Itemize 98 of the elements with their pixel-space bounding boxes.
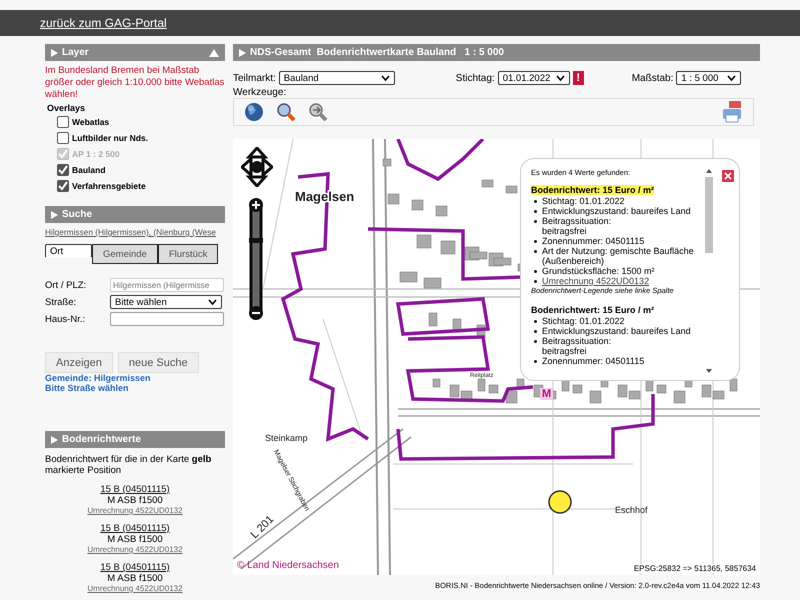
chevron-icon [380, 75, 390, 81]
checkbox[interactable] [57, 164, 69, 176]
field-label: Ort / PLZ: [45, 280, 88, 290]
zone-link[interactable]: 15 B (04501115) [100, 523, 170, 534]
warning-text: Im Bundesland Bremen bei Maßstab größer oder gleich 1:10.000 bitte Webatlas wählen! [45, 65, 225, 101]
submarket-dropdown[interactable]: Bauland [278, 71, 395, 85]
panel-header[interactable]: Suche [45, 206, 225, 223]
place-label: Eschhof [615, 505, 648, 515]
checkbox-label: Verfahrensgebiete [72, 181, 146, 191]
zone-label: M [540, 388, 554, 400]
result-title: Bodenrichtwert: 15 Euro / m² [531, 305, 654, 315]
result-detail: Beitragssituation: beitragsfrei [542, 216, 612, 236]
conversion-link[interactable]: Umrechnung 4522UD0132 [87, 506, 183, 515]
checkbox[interactable] [57, 132, 69, 144]
bullet-icon [534, 280, 537, 283]
checkbox[interactable] [57, 180, 69, 192]
close-icon[interactable] [722, 170, 734, 182]
land-use-code: M ASB f1500 [107, 573, 163, 584]
copyright-text: © Land Niedersachsen [237, 560, 339, 571]
date-dropdown[interactable]: 01.01.2022 [498, 71, 570, 85]
globe-icon[interactable] [244, 102, 264, 122]
play-icon [51, 436, 58, 444]
panel-header[interactable]: Bodenrichtwerte [45, 431, 225, 448]
bullet-icon [534, 220, 537, 223]
play-icon [239, 48, 246, 56]
tools-label: Werkzeuge: [233, 87, 288, 98]
bullet-icon [534, 340, 537, 343]
play-icon [51, 210, 58, 218]
alert-button[interactable]: ! [572, 71, 584, 85]
result-detail: Entwicklungszustand: baureifes Land [542, 206, 691, 216]
pan-control[interactable] [241, 147, 273, 187]
search-button[interactable]: neue Suche [118, 352, 199, 373]
result-title: Bodenrichtwert: 15 Euro / m² [531, 185, 654, 195]
place-label: L 201 [248, 513, 276, 542]
panel-title: NDS-Gesamt Bodenrichtwertkarte Bauland 1 : 5 000 [250, 47, 504, 58]
bullet-icon [534, 200, 537, 203]
zoom-slider[interactable] [247, 196, 265, 322]
panel-title: Layer [62, 47, 89, 58]
tab[interactable]: Flurstück [158, 244, 218, 264]
conversion-link[interactable]: Umrechnung 4522UD0132 [87, 545, 183, 554]
field-label: Haus-Nr.: [45, 314, 86, 324]
input-field[interactable] [110, 312, 224, 326]
land-use-code: M ASB f1500 [107, 495, 163, 506]
pdf-print-icon[interactable] [721, 101, 743, 123]
field-label: Straße: [45, 296, 78, 308]
zone-link[interactable]: 15 B (04501115) [100, 484, 170, 495]
bullet-icon [534, 210, 537, 213]
coordinates-text: EPSG:25832 => 511365, 5857634 [634, 564, 756, 573]
bullet-icon [534, 330, 537, 333]
panel-header[interactable]: Layer [45, 44, 225, 61]
result-detail: Zonennummer: 04501115 [542, 356, 644, 366]
field-label: Stichtag: [456, 72, 495, 84]
bullet-icon [534, 240, 537, 243]
status-message: Gemeinde: Hilgermissen [45, 373, 152, 383]
checkbox-label: Luftbilder nur Nds. [72, 133, 148, 143]
scale-dropdown[interactable]: 1 : 5 000 [676, 71, 742, 85]
zoom-thumb[interactable] [249, 238, 263, 243]
result-detail: Art der Nutzung: gemischte Baufläche (Außenbereich) [542, 246, 694, 266]
tab[interactable]: Gemeinde [92, 244, 158, 264]
result-detail: Beitragssituation: beitragsfrei [542, 336, 612, 356]
location-link[interactable]: Hilgermissen (Hilgermissen), (Nienburg (Wese [45, 227, 216, 238]
panel-title: Suche [62, 209, 92, 220]
search-button[interactable]: Anzeigen [45, 352, 113, 373]
zoom-arrow-icon[interactable] [308, 102, 328, 122]
field-label: Maßstab: [632, 72, 674, 84]
bullet-icon [534, 320, 537, 323]
place-label: Steinkamp [265, 433, 308, 443]
scrollbar[interactable] [704, 167, 714, 375]
street-dropdown[interactable]: Bitte wählen [110, 295, 222, 309]
conversion-link[interactable]: Umrechnung 4522UD0132 [87, 584, 183, 593]
chevron-icon [727, 75, 736, 81]
checkbox-label: Bauland [72, 165, 106, 175]
result-detail: Stichtag: 01.01.2022 [542, 196, 625, 206]
field-label: Teilmarkt: [233, 72, 276, 84]
tab[interactable]: Ort [45, 244, 92, 258]
play-icon [51, 48, 58, 56]
bullet-icon [534, 250, 537, 253]
intro-text: Bodenrichtwert für die in der Karte gelb markierte Position [45, 454, 212, 476]
result-detail: Zonennummer: 04501115 [542, 236, 644, 246]
land-use-code: M ASB f1500 [107, 534, 163, 545]
collapse-icon[interactable] [209, 48, 219, 56]
result-detail: Entwicklungszustand: baureifes Land [542, 326, 691, 336]
checkbox[interactable] [57, 116, 69, 128]
chevron-icon [208, 299, 217, 305]
checkbox-label: Webatlas [72, 117, 110, 127]
bullet-icon [534, 270, 537, 273]
checkbox-label: AP 1 : 2 500 [72, 149, 120, 159]
search-icon[interactable] [276, 102, 296, 122]
status-message: Bitte Straße wählen [45, 383, 130, 393]
result-detail: Stichtag: 01.01.2022 [542, 316, 625, 326]
bullet-icon [534, 360, 537, 363]
result-detail: Grundstücksfläche: 1500 m² [542, 266, 655, 276]
chevron-icon [556, 75, 565, 81]
zone-link[interactable]: 15 B (04501115) [100, 562, 170, 573]
overlays-label: Overlays [47, 103, 86, 113]
portal-link[interactable]: zurück zum GAG-Portal [40, 16, 167, 30]
panel-title: Bodenrichtwerte [62, 434, 141, 445]
conversion-link[interactable]: Umrechnung 4522UD0132 [542, 276, 650, 286]
